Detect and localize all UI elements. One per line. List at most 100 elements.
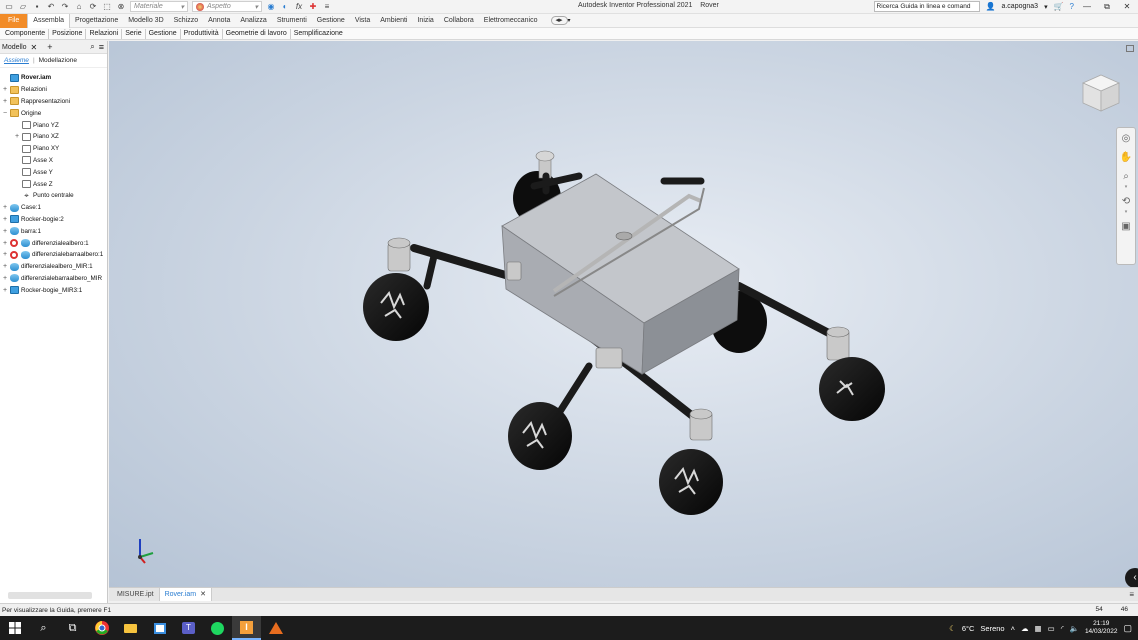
doc-tab-rover[interactable]: Rover.iam ✕ (159, 588, 212, 601)
restore-button[interactable]: ⧉ (1100, 2, 1114, 12)
add-browser-icon[interactable]: + (47, 42, 52, 52)
expand-icon[interactable]: + (2, 240, 8, 247)
graphics-viewport[interactable]: ◎ ✋ ⌕ ▾ ⟲ ▾ ▣ ‹ (109, 41, 1138, 587)
tree-node[interactable]: Piano YZ (0, 119, 107, 131)
task-view-icon[interactable]: ⧉ (58, 616, 87, 640)
cart-icon[interactable]: 🛒 (1054, 2, 1064, 11)
panel-componente[interactable]: Componente (2, 28, 50, 39)
tree-node[interactable]: + Rocker-bogie_MIR3:1 (0, 284, 107, 296)
tab-file[interactable]: File (0, 13, 28, 28)
tab-vista[interactable]: Vista (350, 14, 375, 28)
tree-node[interactable]: Piano XY (0, 143, 107, 155)
help-icon[interactable]: ? (1070, 2, 1074, 11)
tab-elettromeccanico[interactable]: Elettromeccanico (479, 14, 543, 28)
panel-gestione[interactable]: Gestione (146, 28, 181, 39)
panel-posizione[interactable]: Posizione (49, 28, 87, 39)
onedrive-icon[interactable]: ☁ (1021, 624, 1029, 633)
fx-parameters-icon[interactable]: fx (294, 2, 304, 12)
tree-node[interactable]: ⌖ Punto centrale (0, 190, 107, 202)
tab-analizza[interactable]: Analizza (235, 14, 271, 28)
chrome-icon[interactable] (87, 616, 116, 640)
panel-produttivita[interactable]: Produttività (181, 28, 223, 39)
chevron-down-icon[interactable]: ▾ (568, 17, 571, 24)
undo-icon[interactable]: ↶ (46, 2, 56, 12)
chevron-up-icon[interactable]: ˄ (1011, 624, 1015, 633)
ribbon-display-toggle[interactable]: ◂▸ (550, 16, 568, 25)
tab-ambienti[interactable]: Ambienti (375, 14, 412, 28)
expand-icon[interactable]: + (2, 216, 8, 223)
spotify-icon[interactable] (203, 616, 232, 640)
matlab-icon[interactable] (261, 616, 290, 640)
adjust-icon[interactable]: ◉ (266, 2, 276, 12)
tab-collabora[interactable]: Collabora (439, 14, 479, 28)
save-icon[interactable]: ▪ (32, 2, 42, 12)
panel-semplificazione[interactable]: Semplificazione (291, 29, 346, 39)
collapse-icon[interactable]: − (2, 110, 8, 117)
display-icon[interactable]: ▭ (1048, 624, 1055, 633)
expand-icon[interactable]: + (2, 287, 8, 294)
clear-icon[interactable]: ◐ (280, 2, 290, 12)
tree-node[interactable]: Asse X (0, 155, 107, 167)
tree-node[interactable]: + differenzialealbero_MIR:1 (0, 261, 107, 273)
tree-node[interactable]: + barra:1 (0, 225, 107, 237)
doc-tab-misure[interactable]: MISURE.ipt (112, 588, 160, 601)
panel-serie[interactable]: Serie (122, 28, 146, 39)
material-combo[interactable]: Materiale ▾ (130, 1, 188, 12)
tree-node[interactable]: Asse Z (0, 178, 107, 190)
tab-schizzo[interactable]: Schizzo (169, 14, 204, 28)
tree-node[interactable]: + differenzialealbero:1 (0, 237, 107, 249)
expand-icon[interactable]: + (14, 133, 20, 140)
panel-relazioni[interactable]: Relazioni (86, 28, 123, 39)
tree-node[interactable]: + Rappresentazioni (0, 96, 107, 108)
tabs-menu-icon[interactable]: ≡ (1129, 590, 1134, 599)
search-icon[interactable]: ⌕ (90, 42, 94, 52)
help-search-input[interactable]: Ricerca Guida in linea e comand (873, 1, 980, 12)
user-icon[interactable]: 👤 (986, 2, 996, 11)
clock[interactable]: 21:19 14/03/2022 (1085, 620, 1118, 636)
tree-node[interactable]: + differenzialebarraalbero_MIR (0, 273, 107, 285)
inventor-icon[interactable]: I (232, 616, 261, 640)
tree-node[interactable]: Rover.iam (0, 72, 107, 84)
select-icon[interactable]: ⬚ (102, 2, 112, 12)
collapse-panel-icon[interactable]: ‹ (1125, 568, 1138, 587)
tab-assembla[interactable]: Assembla (27, 13, 71, 28)
panel-geometrie-di-lavoro[interactable]: Geometrie di lavoro (223, 28, 291, 39)
new-file-icon[interactable]: ▭ (4, 2, 14, 12)
rover-model[interactable] (109, 41, 1138, 587)
tab-progettazione[interactable]: Progettazione (70, 14, 123, 28)
tree-node[interactable]: + differenzialebarraalbero:1 (0, 249, 107, 261)
tab-assieme[interactable]: Assieme (4, 57, 29, 64)
update-icon[interactable]: ⟳ (88, 2, 98, 12)
search-icon[interactable]: ⌕ (29, 616, 58, 640)
tree-node[interactable]: + Case:1 (0, 202, 107, 214)
expand-icon[interactable]: + (2, 251, 8, 258)
file-explorer-icon[interactable] (116, 616, 145, 640)
tree-node[interactable]: + Piano XZ (0, 131, 107, 143)
tab-gestione[interactable]: Gestione (312, 14, 350, 28)
weather-text[interactable]: Sereno (980, 624, 1004, 633)
tab-modellazione[interactable]: Modellazione (39, 57, 77, 64)
volume-icon[interactable]: 🔈 (1070, 624, 1079, 633)
expand-icon[interactable]: + (2, 204, 8, 211)
expand-icon[interactable]: + (2, 86, 8, 93)
user-name[interactable]: a.capogna3 (1001, 3, 1038, 10)
tab-modello-3d[interactable]: Modello 3D (123, 14, 168, 28)
tab-inizia[interactable]: Inizia (412, 14, 438, 28)
browser-scrollbar[interactable] (8, 592, 92, 599)
store-icon[interactable] (145, 616, 174, 640)
close-icon[interactable]: ✕ (200, 591, 206, 598)
teams-icon[interactable]: T (174, 616, 203, 640)
tab-strumenti[interactable]: Strumenti (272, 14, 312, 28)
minimize-button[interactable]: — (1080, 2, 1094, 11)
chevron-down-icon[interactable]: ▾ (1044, 3, 1048, 11)
notifications-icon[interactable]: ▢ (1123, 623, 1132, 634)
tree-node[interactable]: − Origine (0, 107, 107, 119)
windows-start-icon[interactable] (0, 616, 29, 640)
open-folder-icon[interactable]: ▱ (18, 2, 28, 12)
close-button[interactable]: ✕ (1120, 2, 1134, 11)
close-icon[interactable]: ✕ (31, 43, 38, 52)
expand-icon[interactable]: + (2, 228, 8, 235)
tree-node[interactable]: + Rocker-bogie:2 (0, 214, 107, 226)
expand-icon[interactable]: + (2, 263, 8, 270)
network-icon[interactable]: ▦ (1035, 624, 1042, 633)
